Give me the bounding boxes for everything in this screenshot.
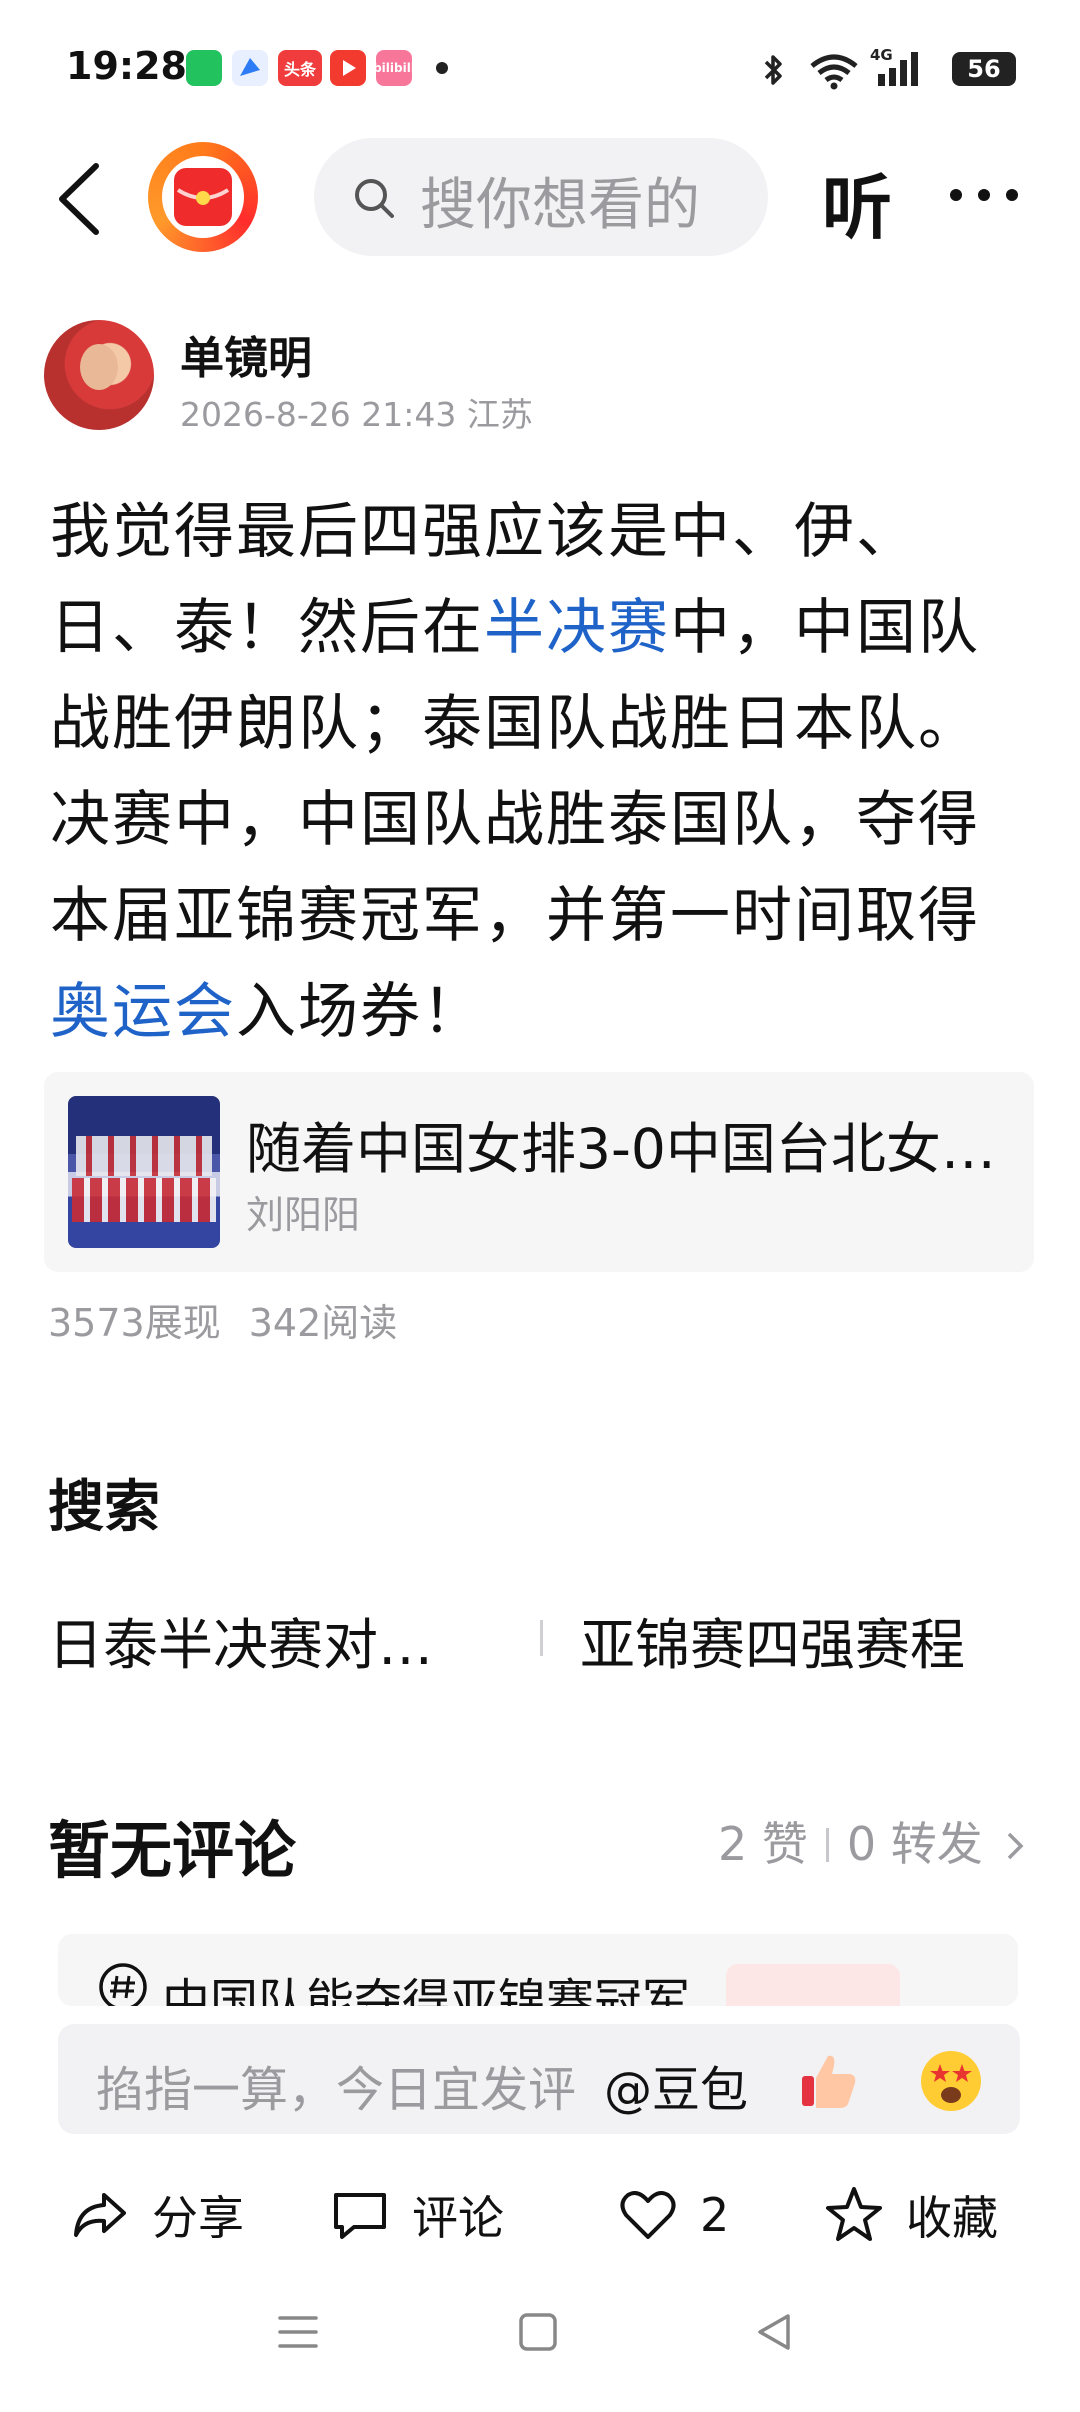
engagement-stats[interactable]: 2 赞 0 转发 xyxy=(718,1808,1027,1874)
link-olympics[interactable]: 奥运会 xyxy=(50,977,236,1047)
star-icon xyxy=(826,2187,882,2241)
notification-dot xyxy=(436,62,448,74)
post-meta: 2026-8-26 21:43 江苏 xyxy=(180,388,533,436)
share-label: 分享 xyxy=(152,2191,244,2245)
menu-nav-button[interactable] xyxy=(276,2310,320,2358)
post-location: 江苏 xyxy=(466,395,533,434)
search-bar[interactable]: 搜你想看的 xyxy=(314,138,768,256)
article-author: 刘阳阳 xyxy=(246,1193,361,1237)
favorite-button[interactable]: 收藏 xyxy=(824,2170,998,2260)
chevron-right-icon xyxy=(1008,1832,1024,1860)
like-stat: 2 赞 xyxy=(718,1817,808,1871)
search-suggestion[interactable]: 日泰半决赛对战分析 xyxy=(48,1600,478,1680)
divider xyxy=(540,1620,543,1656)
wifi-icon xyxy=(808,50,860,94)
article-title: 随着中国女排3-0中国台北女排，中国女排 xyxy=(246,1117,1006,1181)
author-name[interactable]: 单镜明 xyxy=(180,322,312,386)
share-stat: 0 转发 xyxy=(846,1817,983,1871)
home-square-icon xyxy=(519,2313,557,2351)
back-button[interactable] xyxy=(52,160,106,238)
red-envelope-icon xyxy=(174,168,232,226)
heart-icon xyxy=(620,2191,676,2239)
comment-placeholder: 掐指一算，今日宜发评 xyxy=(96,2062,577,2118)
home-nav-button[interactable] xyxy=(516,2310,560,2358)
like-button[interactable]: 2 xyxy=(618,2170,729,2260)
search-suggestion[interactable]: 亚锦赛四强赛程 xyxy=(580,1600,965,1680)
topic-text: 中国队能夺得亚锦赛冠军 xyxy=(162,1974,691,2006)
status-time: 19:28 xyxy=(66,44,187,88)
more-options-icon[interactable] xyxy=(950,186,1034,205)
thumbs-up-emoji-icon[interactable] xyxy=(798,2048,862,2116)
video-app-icon xyxy=(330,50,366,86)
topic-tag xyxy=(726,1964,900,2006)
back-nav-button[interactable] xyxy=(752,2310,796,2358)
read-count: 342阅读 xyxy=(248,1301,398,1345)
back-triangle-icon xyxy=(758,2314,790,2350)
post-text-segment: 入场券！ xyxy=(236,977,484,1047)
post-body: 我觉得最后四强应该是中、伊、日、泰！然后在半决赛中，中国队战胜伊朗队；泰国队战胜… xyxy=(50,484,1040,1060)
menu-icon xyxy=(278,2316,318,2348)
like-count: 2 xyxy=(700,2188,730,2242)
post-stats: 3573展现 342阅读 xyxy=(48,1292,397,1347)
comment-icon xyxy=(334,2193,386,2239)
link-semifinal[interactable]: 半决赛 xyxy=(484,593,670,663)
bilibili-icon: bilibili xyxy=(373,50,415,86)
app-logo[interactable] xyxy=(148,142,258,252)
bluetooth-icon xyxy=(760,50,788,94)
star-eyes-emoji-icon[interactable] xyxy=(918,2048,984,2118)
author-avatar[interactable] xyxy=(44,320,154,430)
favorite-label: 收藏 xyxy=(906,2191,998,2245)
share-button[interactable]: 分享 xyxy=(70,2170,244,2260)
article-card[interactable]: 随着中国女排3-0中国台北女排，中国女排 刘阳阳 xyxy=(44,1072,1034,1272)
comment-input[interactable]: 掐指一算，今日宜发评 @豆包 xyxy=(58,2024,1020,2134)
blue-app-icon xyxy=(232,50,268,86)
comment-label: 评论 xyxy=(412,2191,504,2245)
search-section-title: 搜索 xyxy=(48,1475,160,1540)
comments-title: 暂无评论 xyxy=(48,1814,297,1887)
impression-count: 3573展现 xyxy=(48,1301,221,1345)
toutiao-icon: 头条 xyxy=(278,50,322,86)
mention-doubao[interactable]: @豆包 xyxy=(604,2050,748,2120)
cellular-signal-icon: 4G xyxy=(868,46,932,94)
battery-indicator: 56 xyxy=(952,52,1016,86)
comment-button[interactable]: 评论 xyxy=(330,2170,504,2260)
search-placeholder: 搜你想看的 xyxy=(420,173,700,238)
hashtag-icon xyxy=(98,1962,148,2006)
post-timestamp: 2026-8-26 21:43 xyxy=(180,395,457,434)
listen-button[interactable]: 听 xyxy=(822,152,892,253)
wechat-icon xyxy=(186,50,222,86)
network-type-label: 4G xyxy=(870,46,893,64)
topic-card[interactable]: 中国队能夺得亚锦赛冠军 xyxy=(58,1934,1018,2006)
article-thumbnail xyxy=(68,1096,220,1248)
status-bar: 19:28 头条 bilibili 4G 56 xyxy=(0,0,1080,140)
search-icon xyxy=(352,176,396,224)
share-icon xyxy=(74,2193,126,2237)
